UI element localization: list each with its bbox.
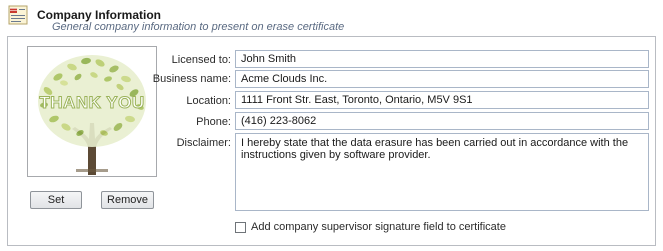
phone-label: Phone: xyxy=(196,116,231,128)
section-title: Company Information xyxy=(37,8,162,22)
business-name-field[interactable]: Acme Clouds Inc. xyxy=(235,70,649,88)
licensed-to-field[interactable]: John Smith xyxy=(235,50,649,68)
licensed-to-label: Licensed to: xyxy=(171,54,231,66)
section-subtitle: General company information to present o… xyxy=(52,21,345,33)
set-logo-button[interactable]: Set xyxy=(30,191,82,209)
company-logo-frame: THANK YOU xyxy=(27,46,157,177)
phone-field[interactable]: (416) 223-8062 xyxy=(235,112,649,130)
logo-text: THANK YOU xyxy=(39,93,144,112)
disclaimer-label: Disclaimer: xyxy=(176,137,231,149)
location-field[interactable]: 1111 Front Str. East, Toronto, Ontario, … xyxy=(235,91,649,109)
business-name-label: Business name: xyxy=(152,73,231,85)
section-header: Company Information General company info… xyxy=(0,0,663,34)
disclaimer-textarea[interactable]: I hereby state that the data erasure has… xyxy=(235,133,649,211)
supervisor-signature-checkbox[interactable] xyxy=(235,222,246,233)
supervisor-signature-label[interactable]: Add company supervisor signature field t… xyxy=(251,221,506,233)
remove-logo-button[interactable]: Remove xyxy=(101,191,154,209)
location-label: Location: xyxy=(186,95,231,107)
company-info-icon xyxy=(8,5,28,25)
thank-you-tree-image: THANK YOU xyxy=(38,55,146,175)
